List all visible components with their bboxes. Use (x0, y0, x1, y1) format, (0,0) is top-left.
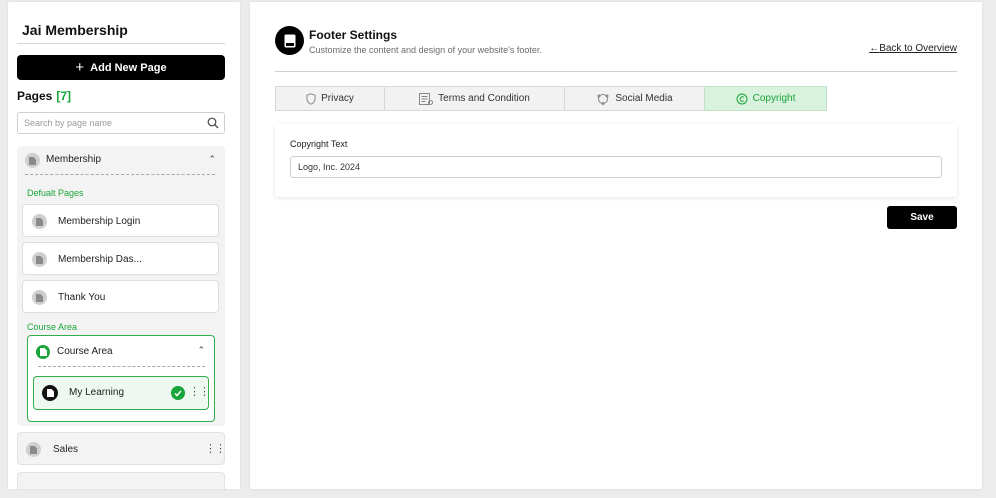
page-item-partial[interactable] (17, 472, 225, 489)
page-icon (25, 153, 40, 168)
sidebar: Jai Membership + Add New Page Pages[7] M… (8, 2, 240, 489)
copyright-text-label: Copyright Text (290, 139, 348, 149)
add-new-page-button[interactable]: + Add New Page (17, 55, 225, 80)
main-panel: Footer Settings Customize the content an… (250, 2, 982, 489)
page-icon (32, 214, 47, 229)
pages-count: [7] (56, 89, 72, 103)
tab-label: Copyright (752, 93, 796, 104)
membership-group: Membership ⌃ Defualt Pages Membership Lo… (17, 146, 225, 426)
page-icon (36, 345, 50, 359)
back-to-overview-link[interactable]: ←Back to Overview (869, 43, 957, 54)
page-item-membership-login[interactable]: Membership Login (22, 204, 219, 237)
copyright-text-field[interactable] (290, 156, 942, 178)
tab-social-media[interactable]: Social Media (564, 86, 705, 111)
social-network-icon (597, 93, 609, 105)
drag-handle-icon[interactable]: ⋮⋮ (205, 444, 226, 455)
page-icon (32, 290, 47, 305)
divider (17, 43, 225, 44)
page-item-my-learning[interactable]: My Learning ⋮⋮ (33, 376, 210, 410)
course-area-group-title[interactable]: Course Area (57, 346, 113, 357)
tab-privacy[interactable]: Privacy (275, 86, 385, 111)
plus-icon: + (75, 59, 85, 76)
divider (25, 174, 215, 175)
page-item-label: Membership Das... (58, 254, 142, 265)
copyright-icon (736, 93, 748, 104)
search-box (17, 112, 225, 134)
save-button[interactable]: Save (887, 206, 957, 229)
page-title: Footer Settings (309, 28, 398, 42)
drag-handle-icon[interactable]: ⋮⋮ (189, 387, 210, 398)
divider (275, 71, 957, 72)
chevron-up-icon[interactable]: ⌃ (208, 154, 216, 165)
app-title: Jai Membership (22, 22, 128, 38)
copyright-card: Copyright Text (275, 124, 957, 197)
page-item-sales[interactable]: Sales ⋮⋮ (17, 432, 226, 465)
page-icon (42, 385, 58, 401)
pages-heading-label: Pages (17, 89, 53, 103)
shield-icon (306, 92, 316, 105)
tab-bar: Privacy Terms and Condition Social Media (275, 86, 827, 111)
pages-heading: Pages [7] (17, 89, 71, 103)
page-subtitle: Customize the content and design of your… (309, 45, 542, 55)
page-icon (26, 442, 41, 457)
add-new-page-label: Add New Page (90, 61, 167, 74)
tab-label: Terms and Condition (438, 93, 530, 104)
page-item-membership-dashboard[interactable]: Membership Das... (22, 242, 219, 275)
back-to-overview-label: Back to Overview (879, 43, 957, 54)
page-item-thank-you[interactable]: Thank You (22, 280, 219, 313)
chevron-up-icon[interactable]: ⌃ (197, 345, 205, 356)
footer-settings-icon (275, 26, 304, 55)
course-area-section-label: Course Area (27, 322, 78, 332)
membership-group-title: Membership (46, 154, 102, 165)
tab-label: Social Media (615, 93, 673, 104)
document-list-icon (419, 92, 434, 105)
page-item-label: My Learning (69, 387, 125, 398)
search-icon[interactable] (207, 117, 219, 129)
course-area-group: Course Area ⌃ My Learning ⋮⋮ (27, 335, 215, 422)
tab-copyright[interactable]: Copyright (704, 86, 827, 111)
arrow-left-icon: ← (869, 43, 880, 54)
page-item-label: Thank You (58, 292, 106, 303)
page-item-label: Membership Login (58, 216, 141, 227)
search-input[interactable] (24, 114, 204, 132)
divider (38, 366, 205, 367)
membership-group-header[interactable]: Membership ⌃ (17, 146, 225, 174)
page-icon (32, 252, 47, 267)
default-pages-label: Defualt Pages (27, 188, 84, 198)
check-circle-icon (171, 386, 185, 400)
tab-label: Privacy (321, 93, 354, 104)
tab-terms-and-condition[interactable]: Terms and Condition (384, 86, 565, 111)
page-item-label: Sales (53, 444, 79, 455)
